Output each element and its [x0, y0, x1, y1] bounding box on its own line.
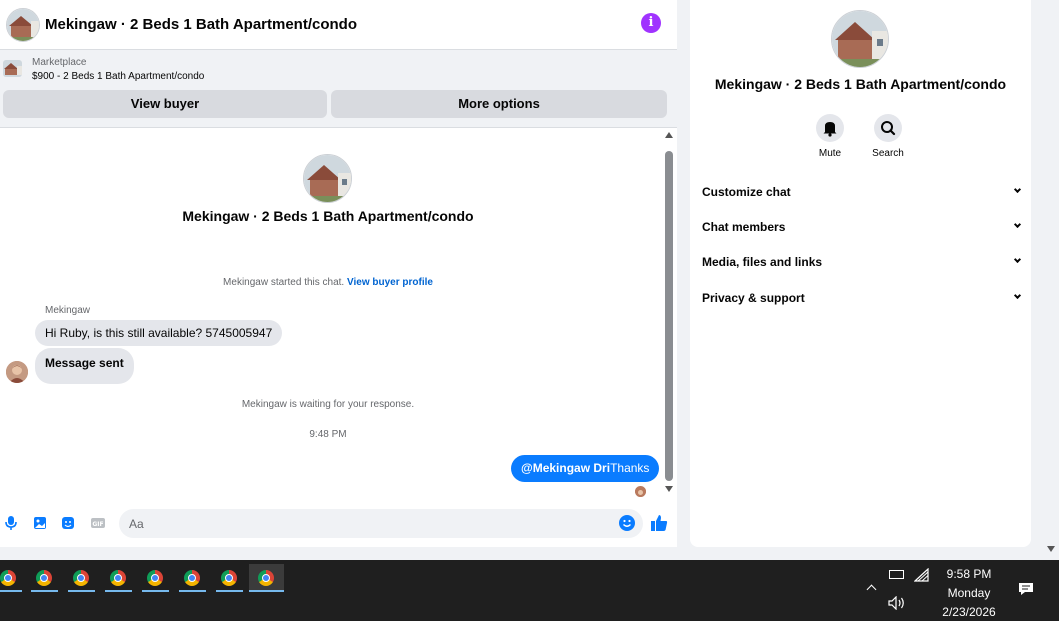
bell-icon [823, 122, 837, 137]
marketplace-label: Marketplace [32, 57, 87, 68]
chrome-icon [0, 570, 16, 586]
running-indicator [179, 590, 206, 592]
system-clock[interactable]: 9:58 PM Monday 2/23/2026 [930, 565, 1008, 621]
outgoing-message[interactable]: @Mekingaw DriThanks [511, 455, 660, 482]
listing-avatar-large [303, 154, 352, 203]
search-icon [881, 121, 896, 136]
running-indicator [216, 590, 243, 592]
running-indicator [249, 590, 284, 592]
sticker-icon[interactable] [61, 515, 75, 531]
scroll-down-arrow[interactable] [665, 486, 673, 492]
running-indicator [68, 590, 95, 592]
running-indicator [142, 590, 169, 592]
taskbar-chrome-2[interactable] [27, 564, 62, 592]
listing-price-line[interactable]: $900 - 2 Beds 1 Bath Apartment/condo [32, 71, 204, 82]
info-icon[interactable]: i [641, 13, 661, 33]
chrome-icon [36, 570, 52, 586]
mute-action[interactable]: Mute [800, 114, 860, 159]
running-indicator [105, 590, 132, 592]
message-timestamp: 9:48 PM [309, 429, 347, 440]
waiting-notice: Mekingaw is waiting for your response. [241, 399, 415, 410]
message-scrollbar[interactable] [662, 129, 677, 501]
sender-avatar[interactable] [6, 361, 28, 383]
message-sent-bubble[interactable]: Message sent [35, 348, 134, 384]
chat-title[interactable]: Mekingaw · 2 Beds 1 Bath Apartment/condo [45, 16, 357, 33]
search-button[interactable] [874, 114, 902, 142]
thumbs-up-icon[interactable] [650, 514, 668, 532]
clock-day: Monday [947, 586, 991, 600]
clock-time: 9:58 PM [946, 567, 992, 581]
svg-text:GIF: GIF [92, 521, 103, 528]
more-options-button[interactable]: More options [331, 90, 667, 118]
mute-button[interactable] [816, 114, 844, 142]
read-receipt-avatar [635, 486, 646, 497]
volume-icon[interactable] [888, 596, 906, 610]
taskbar-chrome-7[interactable] [212, 564, 247, 592]
view-buyer-profile-link[interactable]: View buyer profile [347, 277, 433, 288]
chat-started-text: Mekingaw started this chat. [223, 277, 345, 288]
chevron-down-icon [1013, 291, 1022, 300]
section-label: Chat members [702, 220, 786, 234]
section-media-files-links[interactable]: Media, files and links [702, 251, 1022, 273]
taskbar-chrome-8[interactable] [249, 564, 284, 592]
chevron-down-icon [1013, 255, 1022, 264]
chrome-icon [221, 570, 237, 586]
gif-icon[interactable]: GIF [91, 515, 105, 531]
running-indicator [31, 590, 58, 592]
composer: GIF [0, 501, 677, 547]
microphone-icon[interactable] [4, 515, 18, 531]
message-input[interactable] [119, 509, 643, 538]
view-buyer-button[interactable]: View buyer [3, 90, 327, 118]
chat-started-notice: Mekingaw started this chat. View buyer p… [0, 277, 656, 288]
listing-thumbnail[interactable] [3, 60, 22, 77]
chrome-icon [73, 570, 89, 586]
outgoing-text: Thanks [610, 461, 650, 475]
taskbar-chrome-6[interactable] [175, 564, 210, 592]
clock-date: 2/23/2026 [942, 605, 996, 619]
chrome-icon [110, 570, 126, 586]
chevron-down-icon [1013, 185, 1022, 194]
taskbar-chrome-1[interactable] [0, 564, 26, 592]
photo-icon[interactable] [33, 515, 47, 531]
sender-name: Mekingaw [45, 305, 91, 316]
marketplace-bar: Marketplace $900 - 2 Beds 1 Bath Apartme… [0, 50, 677, 128]
chat-panel: Mekingaw · 2 Beds 1 Bath Apartment/condo… [0, 0, 677, 547]
battery-icon[interactable] [889, 570, 904, 579]
page-scroll-down-arrow[interactable] [1047, 546, 1055, 552]
incoming-message[interactable]: Hi Ruby, is this still available? 574500… [35, 320, 283, 346]
section-privacy-support[interactable]: Privacy & support [702, 287, 1022, 309]
chrome-icon [147, 570, 163, 586]
mute-label: Mute [818, 148, 842, 159]
notification-center-icon[interactable] [1018, 582, 1034, 596]
listing-title: Mekingaw · 2 Beds 1 Bath Apartment/condo [182, 208, 474, 224]
emoji-icon[interactable] [619, 515, 635, 531]
message-list: Mekingaw · 2 Beds 1 Bath Apartment/condo… [0, 129, 662, 501]
section-chat-members[interactable]: Chat members [702, 216, 1022, 238]
taskbar-chrome-5[interactable] [138, 564, 173, 592]
section-label: Customize chat [702, 185, 791, 199]
section-label: Privacy & support [702, 291, 805, 305]
scroll-thumb[interactable] [665, 151, 673, 481]
details-listing-avatar[interactable] [831, 10, 889, 68]
details-title: Mekingaw · 2 Beds 1 Bath Apartment/condo [714, 76, 1007, 92]
listing-avatar[interactable] [6, 8, 40, 42]
taskbar-chrome-3[interactable] [64, 564, 99, 592]
search-action[interactable]: Search [858, 114, 918, 159]
chevron-down-icon [1013, 220, 1022, 229]
search-label: Search [872, 148, 904, 159]
chrome-icon [184, 570, 200, 586]
taskbar-chrome-4[interactable] [101, 564, 136, 592]
running-indicator [0, 590, 22, 592]
section-label: Media, files and links [702, 255, 823, 269]
wifi-icon[interactable] [914, 568, 930, 582]
chrome-icon [258, 570, 274, 586]
chat-details-panel: Mekingaw · 2 Beds 1 Bath Apartment/condo… [690, 0, 1031, 547]
scroll-up-arrow[interactable] [665, 132, 673, 138]
chat-header: Mekingaw · 2 Beds 1 Bath Apartment/condo… [0, 0, 677, 50]
outgoing-mention[interactable]: @Mekingaw Dri [521, 461, 610, 475]
section-customize-chat[interactable]: Customize chat [702, 181, 1022, 203]
